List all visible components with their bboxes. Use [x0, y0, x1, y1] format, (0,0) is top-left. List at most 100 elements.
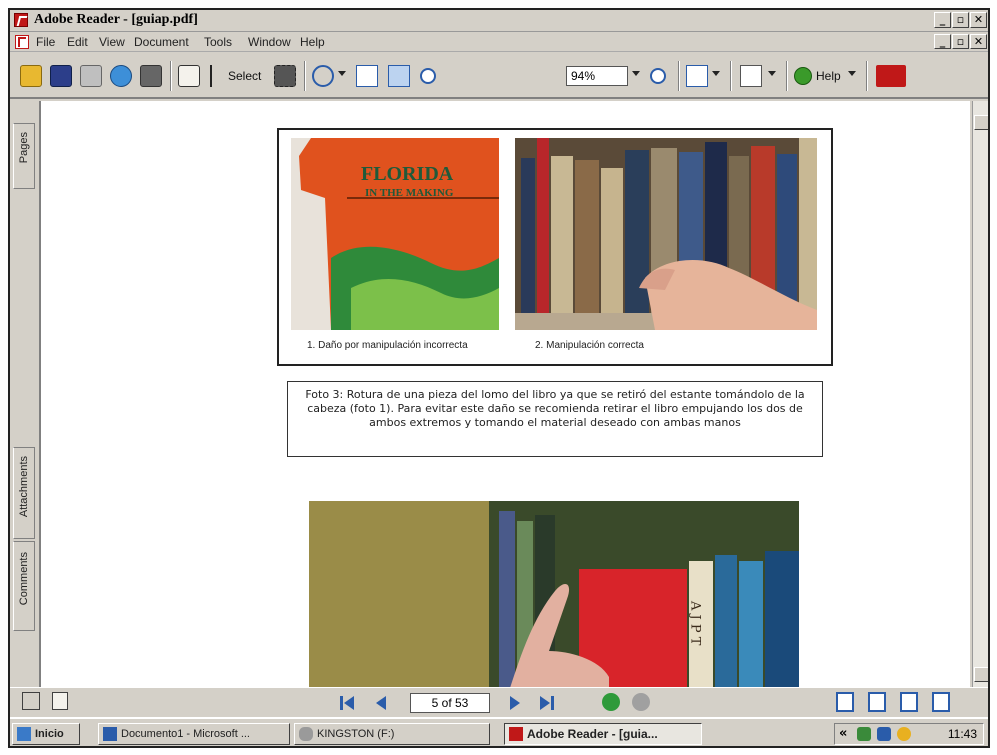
window-title: Adobe Reader - [guiap.pdf]	[34, 12, 198, 27]
select-tool-label[interactable]: Select	[228, 69, 261, 83]
rotate-dropdown-icon[interactable]	[712, 71, 720, 76]
fit-width-icon[interactable]	[388, 65, 410, 87]
zoom-in-tool-icon[interactable]	[312, 65, 334, 87]
tab-comments-label: Comments	[18, 552, 30, 606]
menu-view[interactable]: View	[99, 35, 125, 49]
single-page-layout-icon[interactable]	[836, 692, 854, 712]
document-icon	[15, 35, 29, 49]
menu-document[interactable]: Document	[134, 35, 189, 49]
last-page-icon[interactable]	[540, 695, 554, 711]
scroll-down-button[interactable]	[974, 667, 988, 682]
yahoo-toolbar-icon[interactable]	[876, 65, 906, 87]
start-label: Inicio	[35, 728, 64, 740]
photo-correct-handling-drawing	[515, 138, 817, 330]
book-title-line1: FLORIDA	[361, 163, 454, 185]
taskbar-adobe-reader[interactable]: Adobe Reader - [guia...	[504, 723, 702, 745]
toolbar-separator	[786, 61, 788, 91]
help-label[interactable]: Help	[816, 69, 841, 83]
tray-expand-chevron[interactable]: «	[839, 726, 847, 741]
toolbar-separator	[866, 61, 868, 91]
menu-tools[interactable]: Tools	[204, 35, 232, 49]
page-navigation-bar: 5 of 53	[10, 687, 988, 717]
taskbar-kingston-drive[interactable]: KINGSTON (F:)	[294, 723, 490, 745]
zoom-out-icon[interactable]	[420, 68, 436, 84]
start-button[interactable]: Inicio	[12, 723, 80, 745]
save-icon[interactable]	[50, 65, 72, 87]
text-select-icon[interactable]	[210, 65, 224, 87]
doc-close-button[interactable]: ✕	[970, 34, 987, 49]
minimize-button[interactable]: _	[934, 12, 951, 28]
adobe-reader-icon	[14, 13, 28, 27]
panel-toggle-icon[interactable]	[22, 692, 40, 710]
tab-comments[interactable]: Comments	[13, 541, 35, 631]
go-forward-view-icon[interactable]	[632, 693, 650, 711]
continuous-facing-layout-icon[interactable]	[932, 692, 950, 712]
photo-book-extraction-drawing: A J P T	[309, 501, 799, 687]
sign-document-icon[interactable]	[740, 65, 762, 87]
toolbar-separator	[170, 61, 172, 91]
next-page-icon[interactable]	[510, 695, 522, 711]
book-spine-text: A J P T	[688, 600, 703, 646]
close-button[interactable]: ✕	[970, 12, 987, 28]
windows-taskbar: Inicio Documento1 - Microsoft ... KINGST…	[10, 717, 988, 746]
document-view[interactable]: FLORIDA IN THE MAKING 1. Daño por manipu…	[40, 101, 970, 687]
menu-file[interactable]: File	[36, 35, 55, 49]
tab-attachments-label: Attachments	[18, 456, 30, 518]
photo-damaged-book: FLORIDA IN THE MAKING	[291, 138, 499, 330]
tab-pages[interactable]: Pages	[13, 123, 35, 189]
email-globe-icon[interactable]	[110, 65, 132, 87]
menu-edit[interactable]: Edit	[67, 35, 88, 49]
photo-figure-frame: FLORIDA IN THE MAKING 1. Daño por manipu…	[277, 128, 833, 366]
photo2-caption: 2. Manipulación correcta	[535, 340, 644, 351]
tab-pages-label: Pages	[18, 132, 30, 164]
system-tray: « 11:43	[834, 723, 984, 745]
menu-window[interactable]: Window	[248, 35, 291, 49]
help-dropdown-icon[interactable]	[848, 71, 856, 76]
fit-page-icon[interactable]	[356, 65, 378, 87]
go-back-view-icon[interactable]	[602, 693, 620, 711]
zoom-in-icon[interactable]	[650, 68, 666, 84]
sign-dropdown-icon[interactable]	[768, 71, 776, 76]
windows-logo-icon	[17, 727, 31, 741]
print-icon[interactable]	[80, 65, 102, 87]
tray-network-icon[interactable]	[857, 727, 871, 741]
photo-correct-handling	[515, 138, 817, 330]
snapshot-tool-icon[interactable]	[274, 65, 296, 87]
doc-restore-button[interactable]: ▫	[952, 34, 969, 49]
menu-bar: File Edit View Document Tools Window Hel…	[10, 32, 988, 52]
adobe-reader-task-icon	[509, 727, 523, 741]
doc-minimize-button[interactable]: _	[934, 34, 951, 49]
facing-layout-icon[interactable]	[900, 692, 918, 712]
photo-damaged-book-drawing: FLORIDA IN THE MAKING	[291, 138, 499, 330]
taskbar-word-document[interactable]: Documento1 - Microsoft ...	[98, 723, 290, 745]
toolbar-separator	[304, 61, 306, 91]
photo-book-extraction: A J P T	[309, 501, 799, 687]
toolbar-separator	[730, 61, 732, 91]
task-word-label: Documento1 - Microsoft ...	[121, 728, 250, 740]
toolbar-separator	[678, 61, 680, 91]
first-page-icon[interactable]	[340, 695, 354, 711]
task-kingston-label: KINGSTON (F:)	[317, 728, 395, 740]
menu-help[interactable]: Help	[300, 35, 325, 49]
open-folder-icon[interactable]	[20, 65, 42, 87]
hand-tool-icon[interactable]	[178, 65, 200, 87]
zoom-tool-dropdown-icon[interactable]	[338, 71, 346, 76]
find-binoculars-icon[interactable]	[140, 65, 162, 87]
vertical-scrollbar[interactable]	[972, 101, 988, 687]
taskbar-clock: 11:43	[947, 727, 977, 741]
task-adobe-label: Adobe Reader - [guia...	[527, 727, 658, 741]
adobe-reader-window: Adobe Reader - [guiap.pdf] _ ▫ ✕ File Ed…	[8, 8, 990, 748]
zoom-dropdown-icon[interactable]	[632, 71, 640, 76]
tray-device-icon[interactable]	[877, 727, 891, 741]
help-icon[interactable]	[794, 67, 812, 85]
tab-attachments[interactable]: Attachments	[13, 447, 35, 539]
tray-security-icon[interactable]	[897, 727, 911, 741]
page-size-icon[interactable]	[52, 692, 68, 710]
restore-button[interactable]: ▫	[952, 12, 969, 28]
continuous-layout-icon[interactable]	[868, 692, 886, 712]
scroll-up-button[interactable]	[974, 115, 988, 130]
rotate-view-icon[interactable]	[686, 65, 708, 87]
previous-page-icon[interactable]	[374, 695, 386, 711]
page-number-input[interactable]: 5 of 53	[410, 693, 490, 713]
zoom-input[interactable]: 94%	[566, 66, 628, 86]
